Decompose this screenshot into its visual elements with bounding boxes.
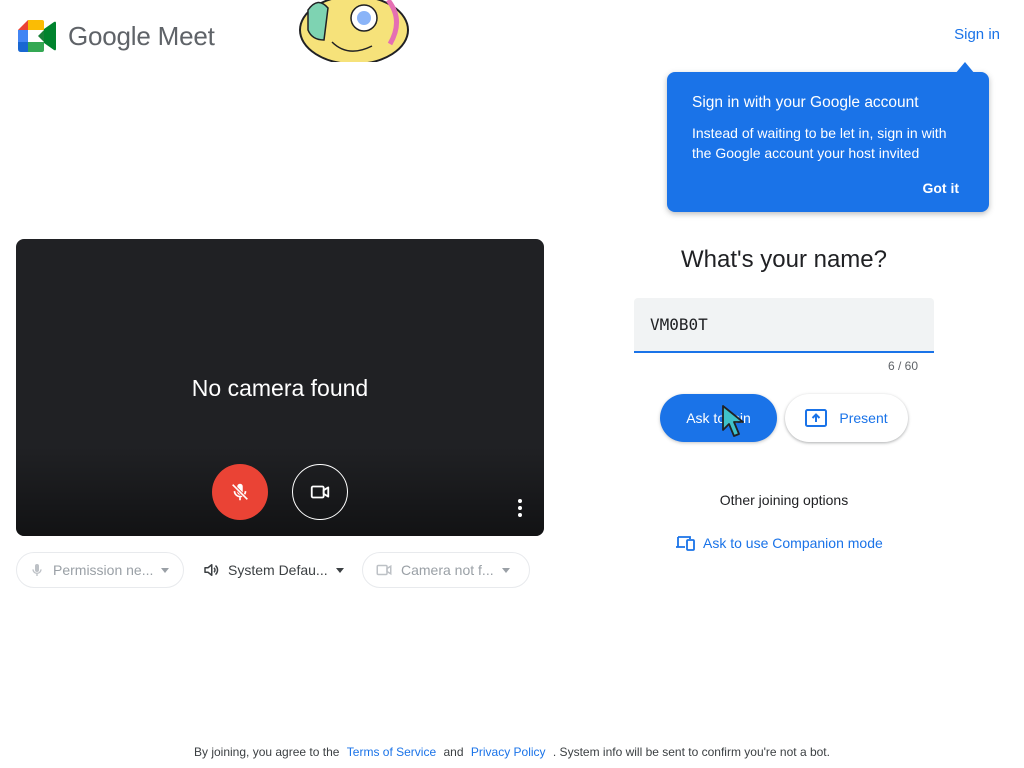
name-input[interactable] bbox=[634, 298, 934, 351]
cartoon-sticker-image bbox=[299, 0, 409, 62]
tooltip-title: Sign in with your Google account bbox=[692, 94, 919, 111]
footer-suffix: . System info will be sent to confirm yo… bbox=[552, 745, 830, 759]
microphone-label: Permission ne... bbox=[53, 562, 154, 578]
mouse-cursor-icon bbox=[722, 405, 744, 437]
name-prompt: What's your name? bbox=[680, 246, 887, 273]
camera-toggle-button[interactable] bbox=[292, 464, 348, 520]
terms-of-service-link[interactable]: Terms of Service bbox=[347, 745, 436, 759]
name-input-field[interactable] bbox=[634, 298, 934, 353]
mic-off-icon bbox=[231, 483, 249, 501]
present-label: Present bbox=[839, 410, 888, 426]
speaker-label: System Defau... bbox=[228, 562, 328, 578]
companion-mode-label: Ask to use Companion mode bbox=[703, 535, 883, 551]
footer-and: and bbox=[443, 745, 464, 759]
privacy-policy-link[interactable]: Privacy Policy bbox=[471, 745, 546, 759]
no-camera-message: No camera found bbox=[191, 375, 369, 401]
camera-label: Camera not f... bbox=[401, 562, 494, 578]
chevron-down-icon bbox=[335, 567, 344, 573]
footer-prefix: By joining, you agree to the bbox=[194, 745, 340, 759]
companion-mode-link[interactable]: Ask to use Companion mode bbox=[676, 535, 883, 551]
got-it-button[interactable]: Got it bbox=[922, 180, 959, 196]
meet-logo[interactable]: Google Meet bbox=[18, 20, 215, 52]
dot-icon bbox=[518, 513, 522, 517]
chevron-down-icon bbox=[501, 567, 510, 573]
tooltip-body: Instead of waiting to be let in, sign in… bbox=[692, 125, 947, 161]
brand-name: Google Meet bbox=[68, 20, 215, 51]
chevron-down-icon bbox=[161, 567, 170, 573]
more-options-button[interactable] bbox=[518, 499, 522, 517]
present-button[interactable]: Present bbox=[785, 394, 908, 442]
microphone-select[interactable]: Permission ne... bbox=[16, 552, 184, 588]
meet-logo-icon bbox=[18, 20, 56, 52]
camera-select[interactable]: Camera not f... bbox=[362, 552, 530, 588]
mic-toggle-button[interactable] bbox=[212, 464, 268, 520]
companion-devices-icon bbox=[676, 536, 695, 551]
camera-icon bbox=[376, 564, 392, 576]
present-icon bbox=[805, 409, 828, 427]
mic-icon bbox=[32, 564, 42, 576]
video-preview: No camera found bbox=[16, 239, 544, 536]
terms-footer: By joining, you agree to the Terms of Se… bbox=[0, 745, 1024, 759]
dot-icon bbox=[518, 506, 522, 510]
speaker-select[interactable]: System Defau... bbox=[190, 552, 355, 588]
ask-to-join-button[interactable]: Ask to join bbox=[660, 394, 777, 442]
speaker-icon bbox=[204, 564, 219, 576]
other-options-heading: Other joining options bbox=[719, 492, 849, 508]
character-counter: 6 / 60 bbox=[887, 359, 918, 373]
dot-icon bbox=[518, 499, 522, 503]
sign-in-tooltip: Sign in with your Google account Instead… bbox=[667, 62, 989, 212]
sign-in-link[interactable]: Sign in bbox=[954, 26, 1000, 43]
videocam-icon bbox=[310, 485, 330, 499]
